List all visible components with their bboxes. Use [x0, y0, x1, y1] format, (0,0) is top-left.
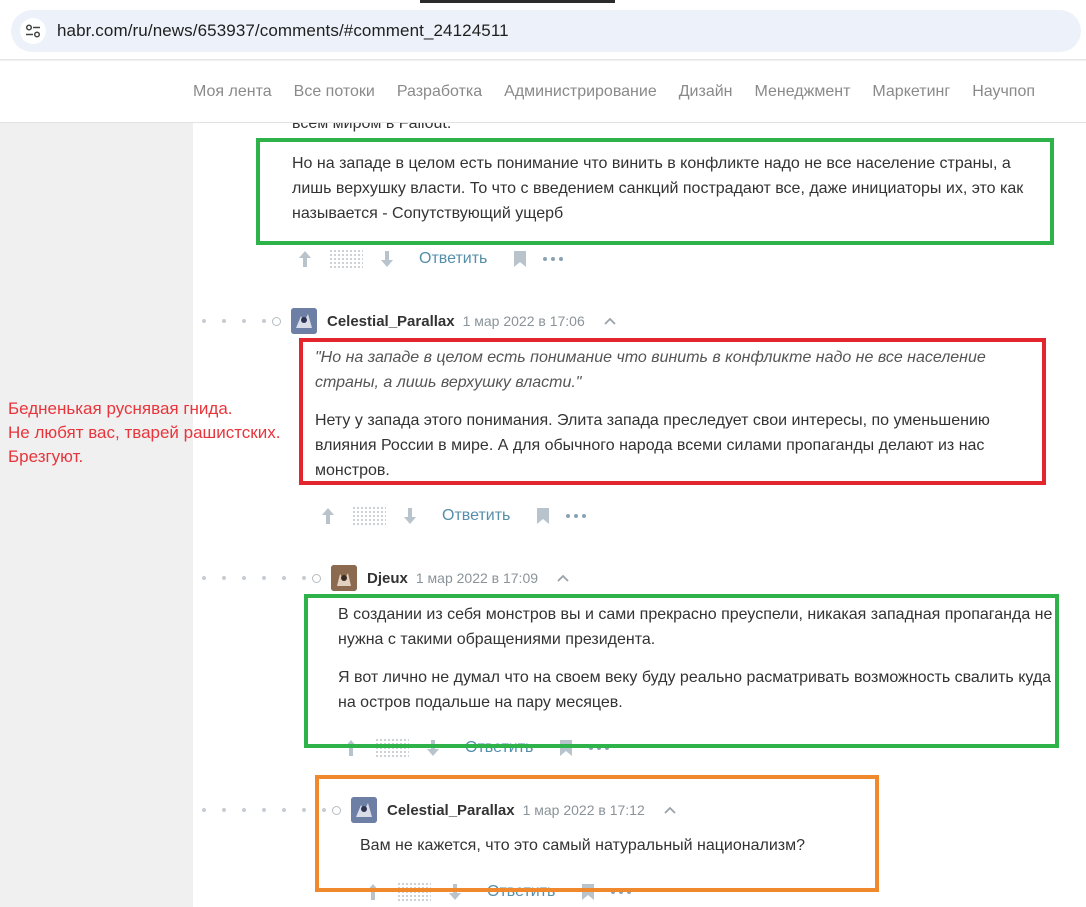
bookmark-icon[interactable] [559, 739, 573, 757]
nav-overlay: Моя лента Все потоки Разработка Админист… [0, 61, 1086, 123]
thread-node-icon [272, 316, 281, 326]
downvote-icon[interactable] [402, 507, 418, 525]
comment-date[interactable]: 1 мар 2022 в 17:09 [416, 570, 538, 586]
comment-author[interactable]: Celestial_Parallax [327, 313, 455, 330]
upvote-icon[interactable] [320, 507, 336, 525]
reply-button[interactable]: Ответить [419, 250, 487, 268]
thread-indent [202, 808, 326, 812]
nav-item-development[interactable]: Разработка [397, 83, 482, 101]
avatar[interactable] [291, 308, 317, 334]
downvote-icon[interactable] [447, 883, 463, 901]
avatar[interactable] [351, 797, 377, 823]
annotation-line: Бедненькая руснявая гнида. [8, 399, 233, 418]
rating-placeholder [397, 882, 431, 902]
annotation-line: Брезгуют. [8, 447, 84, 466]
more-options-icon[interactable] [566, 514, 587, 518]
nav-item-popsci[interactable]: Научпоп [972, 83, 1035, 101]
comment-author[interactable]: Djeux [367, 570, 408, 587]
comment-body: Вам не кажется, что это самый натуральны… [360, 833, 960, 871]
rating-placeholder [329, 249, 363, 269]
nav-item-marketing[interactable]: Маркетинг [872, 83, 950, 101]
comment-actions: Ответить [320, 503, 587, 529]
upvote-icon[interactable] [343, 739, 359, 757]
comment-paragraph: Вам не кажется, что это самый натуральны… [360, 837, 806, 854]
avatar[interactable] [331, 565, 357, 591]
chevron-up-icon[interactable] [603, 314, 617, 328]
rating-placeholder [375, 738, 409, 758]
comment-actions: Ответить [343, 735, 610, 761]
chevron-up-icon[interactable] [556, 571, 570, 585]
nav-item-all-streams[interactable]: Все потоки [294, 83, 375, 101]
url-text[interactable]: habr.com/ru/news/653937/comments/#commen… [57, 21, 509, 41]
comment-actions: Ответить [365, 879, 632, 905]
comment-body: Но на западе в целом есть понимание что … [292, 151, 1054, 239]
reply-button[interactable]: Ответить [465, 739, 533, 757]
comment-quote: "Но на западе в целом есть понимание что… [315, 349, 986, 391]
thread-indent [202, 576, 306, 580]
comment-paragraph: В создании из себя монстров вы и сами пр… [338, 606, 1053, 648]
comment-header: Djeux 1 мар 2022 в 17:09 [202, 564, 570, 592]
address-bar[interactable]: habr.com/ru/news/653937/comments/#commen… [11, 10, 1081, 52]
comment-actions: Ответить [297, 246, 564, 272]
nav-item-administration[interactable]: Администрирование [504, 83, 657, 101]
comment-paragraph: Нету у запада этого понимания. Элита зап… [315, 412, 990, 479]
thread-node-icon [332, 805, 341, 815]
upvote-icon[interactable] [365, 883, 381, 901]
comment-author[interactable]: Celestial_Parallax [387, 802, 515, 819]
comment-date[interactable]: 1 мар 2022 в 17:12 [523, 802, 645, 818]
annotation-line: Не любят вас, тварей рашистских. [8, 423, 281, 442]
more-options-icon[interactable] [589, 746, 610, 750]
annotation-text: Бедненькая руснявая гнида. Не любят вас,… [8, 397, 280, 469]
nav-item-my-feed[interactable]: Моя лента [193, 83, 272, 101]
comment-body: "Но на западе в целом есть понимание что… [315, 345, 1040, 496]
thread-indent [202, 319, 266, 323]
active-tab-indicator [420, 0, 615, 3]
bookmark-icon[interactable] [513, 250, 527, 268]
comment-body: В создании из себя монстров вы и сами пр… [338, 602, 1054, 728]
comment-date[interactable]: 1 мар 2022 в 17:06 [463, 313, 585, 329]
browser-toolbar: habr.com/ru/news/653937/comments/#commen… [0, 0, 1086, 60]
rating-placeholder [352, 506, 386, 526]
reply-button[interactable]: Ответить [442, 507, 510, 525]
nav-item-management[interactable]: Менеджмент [755, 83, 851, 101]
bookmark-icon[interactable] [536, 507, 550, 525]
comment-header: Celestial_Parallax 1 мар 2022 в 17:12 [202, 796, 677, 824]
bookmark-icon[interactable] [581, 883, 595, 901]
nav-item-design[interactable]: Дизайн [679, 83, 733, 101]
chevron-up-icon[interactable] [663, 803, 677, 817]
thread-node-icon [312, 573, 321, 583]
comment-paragraph: Я вот лично не думал что на своем веку б… [338, 669, 1052, 711]
site-settings-icon[interactable] [20, 18, 46, 44]
comment-header: Celestial_Parallax 1 мар 2022 в 17:06 [202, 307, 617, 335]
comment-paragraph: Но на западе в целом есть понимание что … [292, 155, 1024, 222]
reply-button[interactable]: Ответить [487, 883, 555, 901]
downvote-icon[interactable] [425, 739, 441, 757]
more-options-icon[interactable] [543, 257, 564, 261]
downvote-icon[interactable] [379, 250, 395, 268]
upvote-icon[interactable] [297, 250, 313, 268]
more-options-icon[interactable] [611, 890, 632, 894]
